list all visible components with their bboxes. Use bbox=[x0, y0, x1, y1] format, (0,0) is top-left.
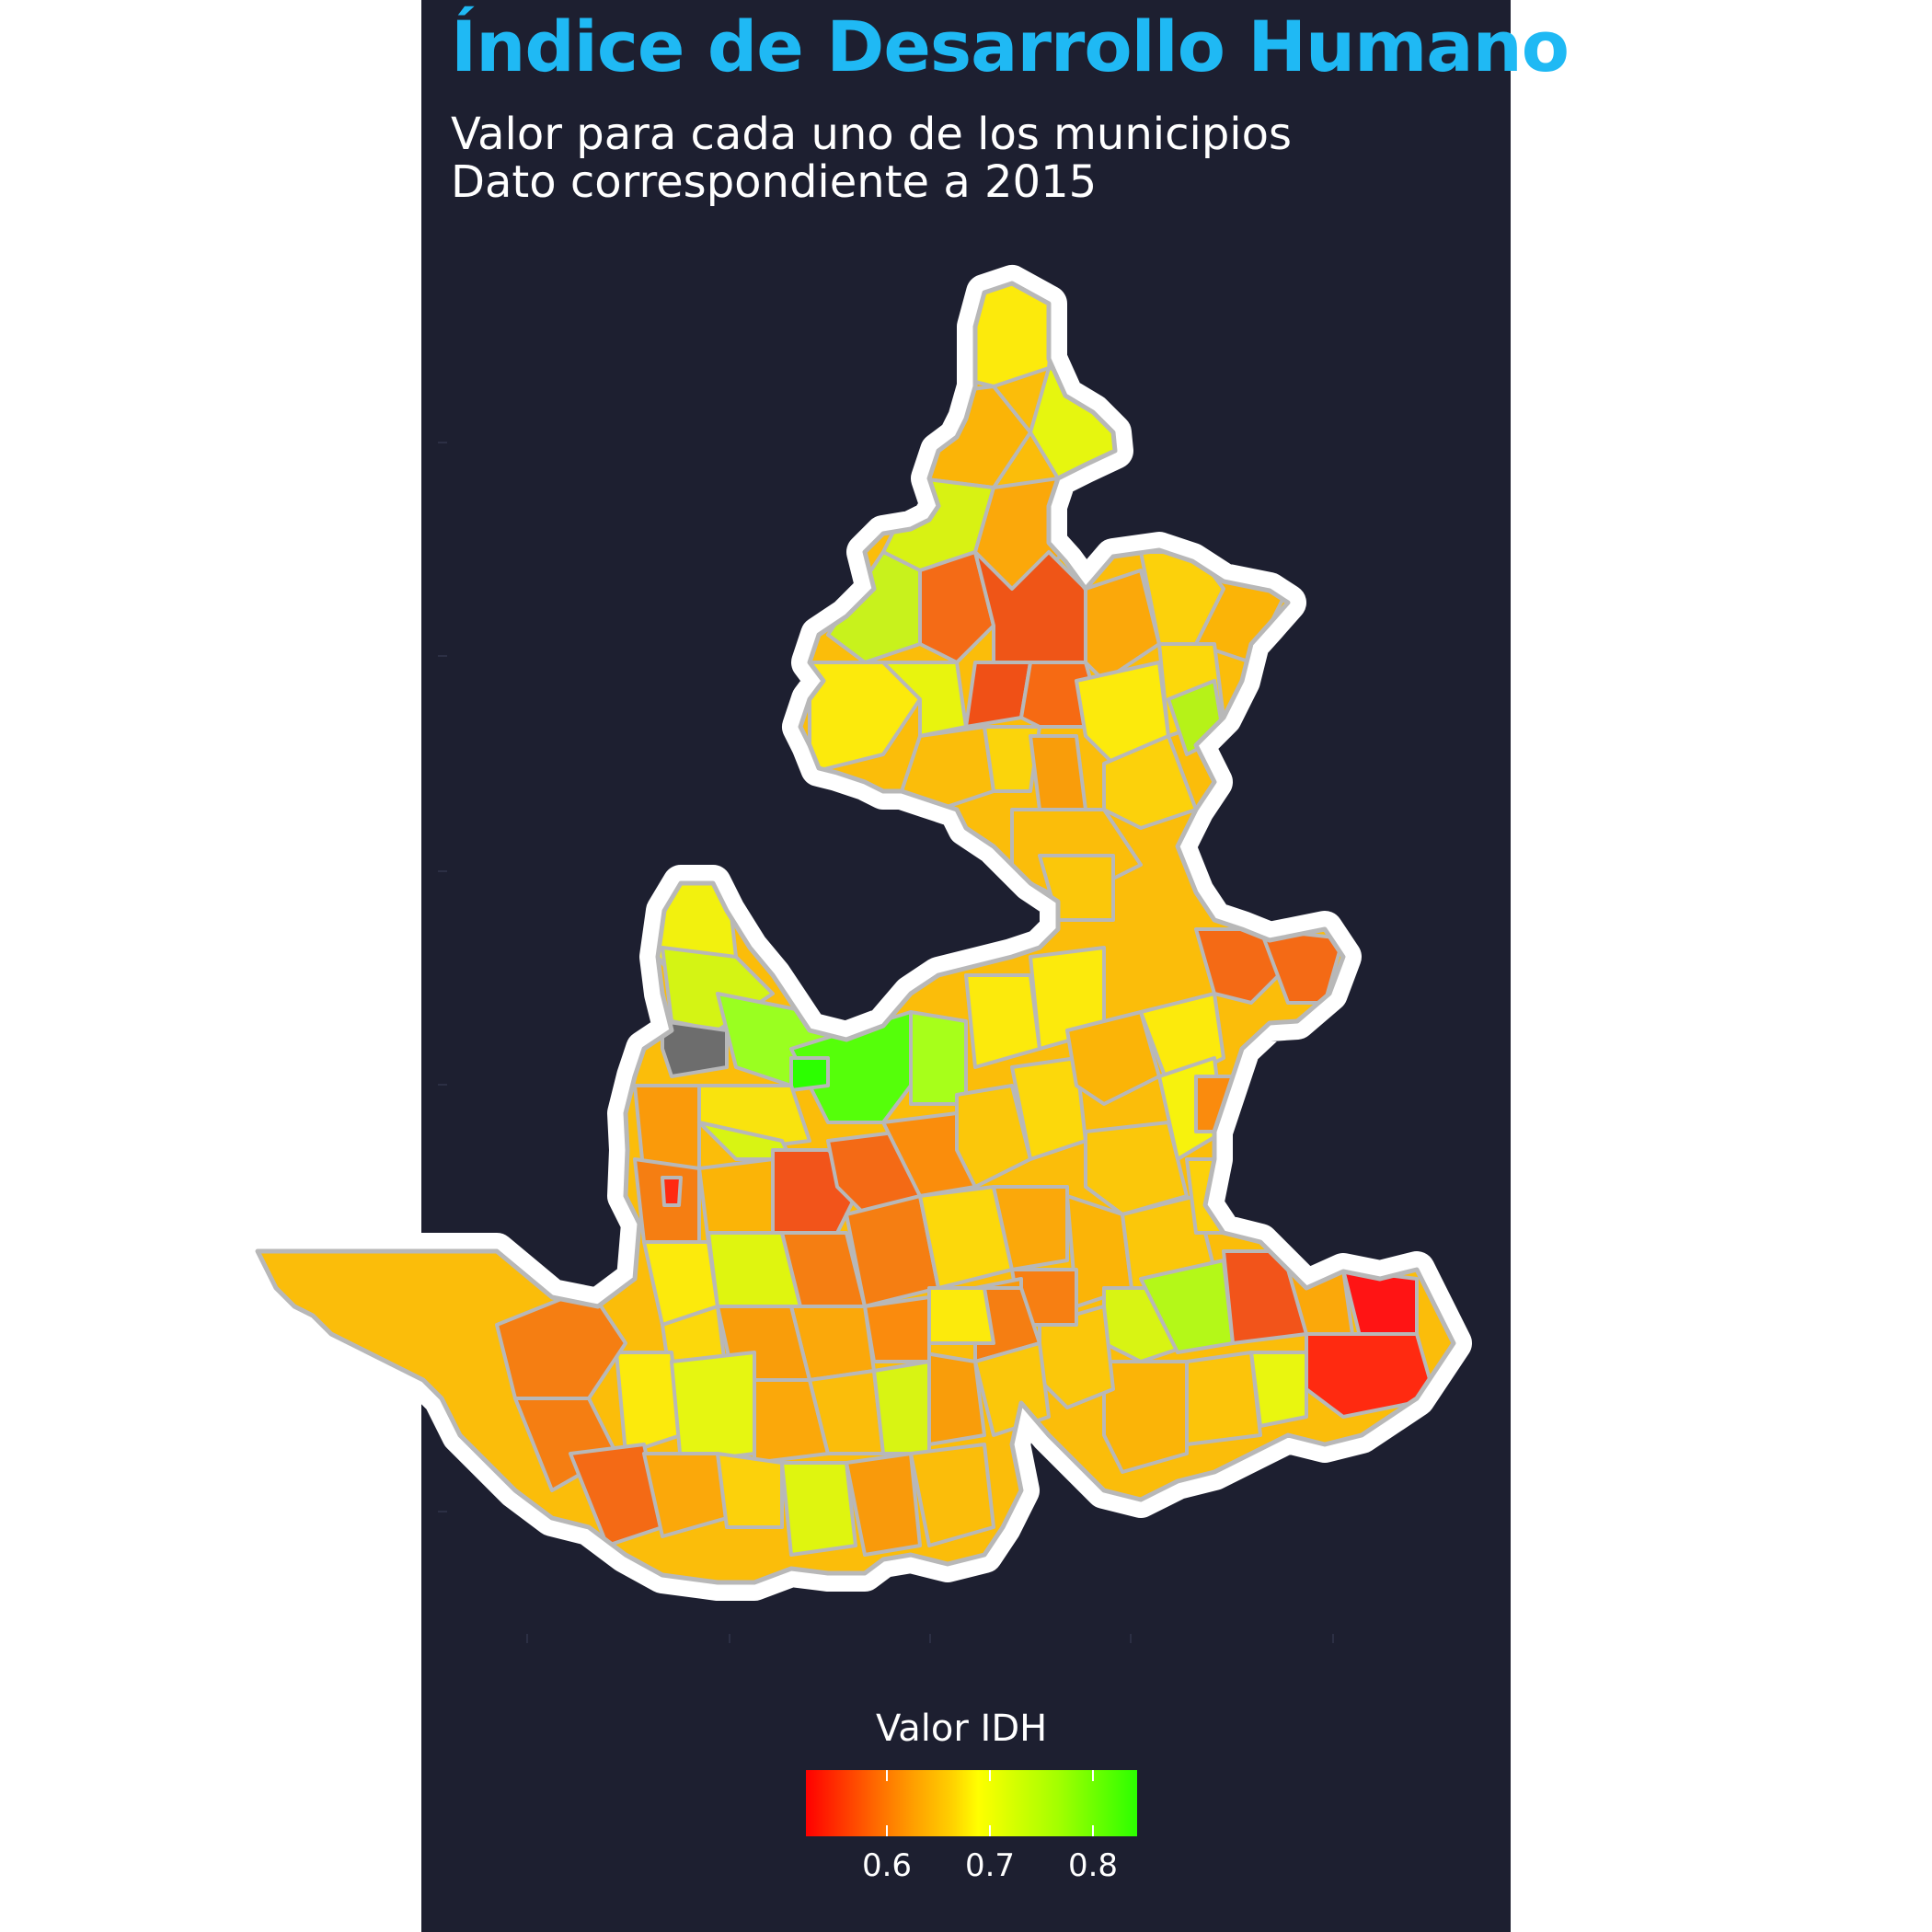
municipality-region bbox=[927, 1286, 995, 1345]
municipality-region bbox=[1102, 1360, 1189, 1474]
municipality-region bbox=[909, 1010, 968, 1106]
municipality-region bbox=[697, 1157, 775, 1244]
municipality-region bbox=[789, 1056, 830, 1092]
municipality-region bbox=[780, 1461, 857, 1557]
municipality-region bbox=[872, 1360, 931, 1455]
legend-title: Valor IDH bbox=[876, 1708, 1048, 1750]
municipality-region bbox=[964, 973, 1041, 1069]
legend-tick bbox=[989, 1825, 991, 1836]
municipality-region bbox=[1185, 1351, 1262, 1446]
legend-tick bbox=[886, 1825, 888, 1836]
municipality-region bbox=[863, 1295, 931, 1363]
municipality-region bbox=[661, 1176, 683, 1207]
legend-tick-label: 0.6 bbox=[861, 1847, 913, 1884]
legend-tick bbox=[989, 1770, 991, 1781]
legend-tick bbox=[886, 1770, 888, 1781]
legend-tick-label: 0.7 bbox=[964, 1847, 1016, 1884]
legend-tick bbox=[1092, 1825, 1094, 1836]
municipality-region bbox=[670, 1351, 756, 1465]
municipality-region bbox=[716, 1452, 784, 1529]
legend-tick bbox=[1092, 1770, 1094, 1781]
legend-tick-label: 0.8 bbox=[1067, 1847, 1119, 1884]
municipality-region bbox=[1029, 734, 1087, 811]
legend-colorbar bbox=[806, 1770, 1137, 1836]
choropleth-map bbox=[0, 0, 1932, 1932]
